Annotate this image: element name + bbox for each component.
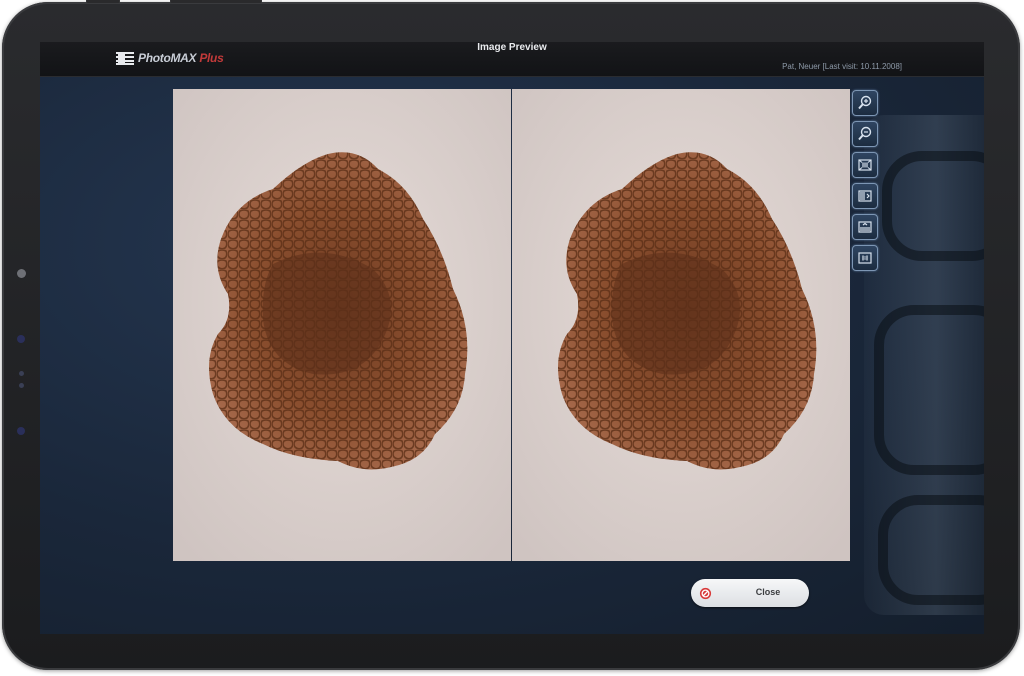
compare-left-button[interactable]	[852, 183, 878, 209]
zoom-out-button[interactable]	[852, 121, 878, 147]
image-toolbar	[852, 90, 878, 276]
zoom-in-button[interactable]	[852, 90, 878, 116]
title-bar: PhotoMAX Plus Image Preview Pat, Neuer […	[40, 42, 984, 77]
compare-split-icon	[858, 221, 872, 233]
image-viewer-right[interactable]	[512, 89, 850, 561]
fit-screen-button[interactable]	[852, 152, 878, 178]
logo-text: PhotoMAX Plus	[138, 51, 224, 65]
logo-name: PhotoMAX	[138, 51, 197, 65]
compare-left-icon	[858, 190, 872, 202]
compare-split-button[interactable]	[852, 214, 878, 240]
dermoscopy-image	[512, 89, 850, 561]
sensor-dot	[19, 383, 24, 388]
close-button-label: Close	[755, 587, 781, 597]
logo-icon	[116, 51, 134, 65]
actual-size-icon	[858, 252, 872, 264]
zoom-out-icon	[858, 126, 872, 141]
volume-button	[170, 0, 262, 3]
image-viewer-left[interactable]	[173, 89, 511, 561]
sensor-dot	[19, 371, 24, 376]
zoom-in-icon	[858, 95, 872, 110]
close-button[interactable]: Close	[691, 579, 809, 607]
sensor-dot	[17, 427, 25, 435]
fit-screen-icon	[858, 159, 872, 171]
power-button	[86, 0, 120, 3]
window-title: Image Preview	[477, 42, 547, 53]
screen: PhotoMAX Plus Image Preview Pat, Neuer […	[40, 42, 984, 634]
front-camera	[17, 269, 26, 278]
background-device-graphic	[864, 115, 984, 615]
actual-size-button[interactable]	[852, 245, 878, 271]
logo-suffix: Plus	[199, 51, 224, 65]
patient-info: Pat, Neuer [Last visit: 10.11.2008]	[782, 62, 902, 71]
dermoscopy-image	[173, 89, 511, 561]
sensor-dot	[17, 335, 25, 343]
